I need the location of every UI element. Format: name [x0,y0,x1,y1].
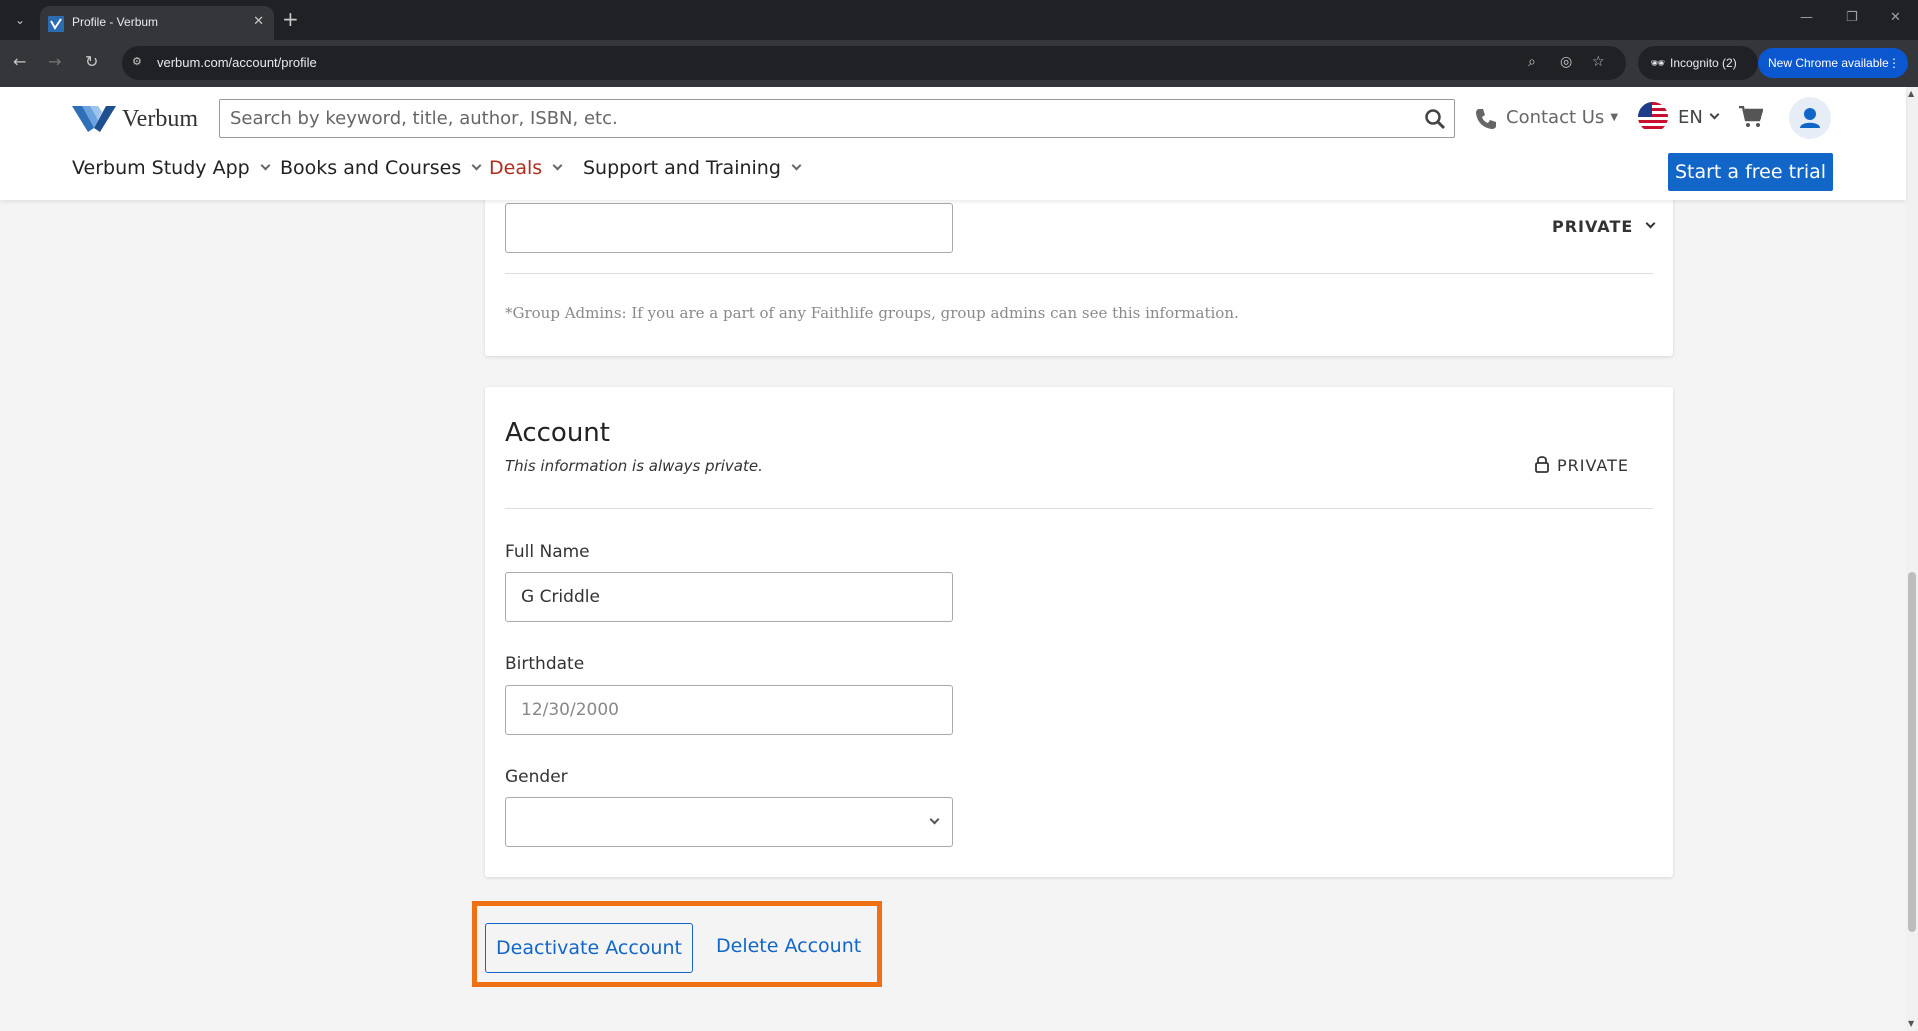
tab-title: Profile - Verbum [72,15,159,29]
privacy-label: PRIVATE [1552,217,1634,236]
page-scrollbar[interactable]: ▲ ▼ [1906,87,1918,1031]
incognito-icon: 🕶 [1650,56,1666,70]
search-input[interactable] [230,108,1410,129]
account-avatar-icon[interactable] [1789,97,1831,139]
verbum-logo-icon [72,106,116,132]
chevron-down-icon [471,160,482,171]
reload-icon[interactable]: ↻ [85,52,98,71]
account-card: Account This information is always priva… [485,387,1673,877]
divider [505,273,1653,274]
site-header: Verbum Contact Us ▼ EN Verbum Study App B… [0,87,1906,200]
gender-select[interactable] [505,797,953,847]
close-window-icon[interactable]: ✕ [1890,10,1901,25]
private-label: PRIVATE [1557,456,1629,475]
address-bar[interactable]: ⚙ verbum.com/account/profile ⌕ ◎ ☆ [122,46,1626,80]
tab-search-button[interactable]: ⌄ [8,9,32,31]
tab-close-icon[interactable]: ✕ [253,14,264,29]
full-name-value: G Criddle [521,587,600,607]
start-free-trial-button[interactable]: Start a free trial [1668,153,1833,191]
full-name-field[interactable]: G Criddle [505,572,953,622]
nav-support-and-training-label: Support and Training [583,157,781,179]
gender-label: Gender [505,767,568,787]
nav-books-and-courses-label: Books and Courses [280,157,462,179]
group-field-input[interactable] [505,203,953,253]
search-box[interactable] [219,99,1455,138]
new-chrome-button[interactable]: New Chrome available ⋮ [1758,48,1908,78]
nav-deals[interactable]: Deals [489,157,563,179]
nav-verbum-study-app-label: Verbum Study App [72,157,250,179]
chevron-down-icon [1645,218,1656,229]
account-section-title: Account [505,418,610,448]
verbum-favicon-icon [48,16,64,32]
phone-icon [1474,107,1498,136]
chevron-down-icon [260,160,271,171]
bookmark-star-icon[interactable]: ☆ [1592,54,1605,70]
verbum-logo[interactable]: Verbum [72,102,198,136]
back-icon[interactable]: ← [13,52,26,71]
logo-text: Verbum [122,106,198,132]
chevron-down-icon [1709,109,1720,120]
minimize-icon[interactable]: — [1800,10,1813,25]
new-tab-icon[interactable]: + [282,7,299,31]
browser-tab-strip: ⌄ Profile - Verbum ✕ + — ❐ ✕ [0,0,1918,40]
chevron-down-icon [791,160,802,171]
deactivate-account-button[interactable]: Deactivate Account [485,923,693,973]
scroll-down-icon[interactable]: ▼ [1908,1019,1914,1028]
search-icon[interactable] [1424,108,1446,134]
new-chrome-label: New Chrome available [1768,56,1889,70]
chevron-down-icon [552,160,563,171]
nav-support-and-training[interactable]: Support and Training [583,157,802,179]
eye-off-icon[interactable]: ◎ [1560,54,1572,70]
group-admins-note: *Group Admins: If you are a part of any … [505,304,1239,322]
birthdate-value: 12/30/2000 [521,700,619,720]
scroll-up-icon[interactable]: ▲ [1908,89,1914,98]
language-selector[interactable]: EN [1678,107,1720,128]
incognito-label: Incognito (2) [1670,56,1737,70]
delete-account-button[interactable]: Delete Account [716,935,861,957]
contact-us-label: Contact Us [1506,107,1605,128]
menu-dots-icon[interactable]: ⋮ [1888,48,1900,78]
us-flag-icon[interactable] [1638,102,1668,132]
divider [505,508,1653,509]
site-info-icon[interactable]: ⚙ [132,55,146,69]
account-section-subtitle: This information is always private. [505,457,763,475]
browser-tab[interactable]: Profile - Verbum ✕ [40,6,274,40]
language-label: EN [1678,107,1703,128]
nav-verbum-study-app[interactable]: Verbum Study App [72,157,271,179]
caret-down-icon: ▼ [1610,112,1619,123]
scrollbar-thumb[interactable] [1908,572,1916,932]
nav-books-and-courses[interactable]: Books and Courses [280,157,482,179]
zoom-icon[interactable]: ⌕ [1528,54,1536,70]
browser-toolbar: ← → ↻ ⚙ verbum.com/account/profile ⌕ ◎ ☆… [0,40,1918,87]
private-badge: PRIVATE [1535,455,1629,475]
privacy-dropdown[interactable]: PRIVATE [1552,217,1656,236]
chevron-down-icon [929,814,940,825]
cart-icon[interactable] [1739,105,1764,132]
lock-icon [1535,456,1549,473]
full-name-label: Full Name [505,542,590,562]
incognito-indicator[interactable]: 🕶 Incognito (2) [1638,46,1758,80]
forward-icon[interactable]: → [48,52,61,71]
birthdate-label: Birthdate [505,654,585,674]
group-info-card: PRIVATE *Group Admins: If you are a part… [485,190,1673,356]
nav-deals-label: Deals [489,157,543,179]
birthdate-field[interactable]: 12/30/2000 [505,685,953,735]
url-text[interactable]: verbum.com/account/profile [157,55,317,70]
restore-icon[interactable]: ❐ [1846,10,1858,25]
